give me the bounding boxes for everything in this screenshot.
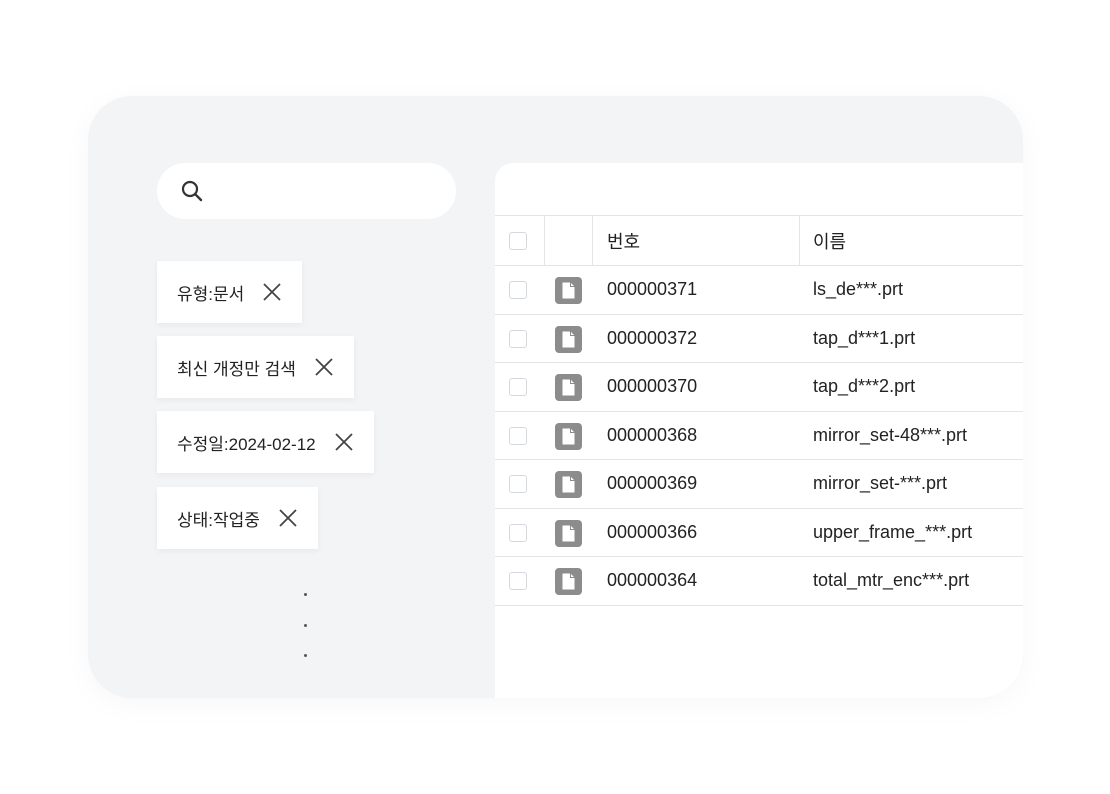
- file-icon: [555, 325, 582, 353]
- filter-chip-label: 유형:문서: [177, 284, 245, 304]
- results-table: 번호 이름 000000371 ls_de***.prt 000000372 tap_…: [495, 163, 1023, 698]
- filter-chip-label: 수정일:2024-02-12: [177, 434, 316, 454]
- row-name[interactable]: tap_d***1.prt: [813, 315, 915, 363]
- row-name[interactable]: mirror_set-48***.prt: [813, 412, 967, 460]
- row-name[interactable]: mirror_set-***.prt: [813, 460, 947, 508]
- close-icon[interactable]: [262, 282, 282, 302]
- row-name[interactable]: tap_d***2.prt: [813, 363, 915, 411]
- filter-chip-label: 최신 개정만 검색: [177, 359, 296, 379]
- row-checkbox[interactable]: [509, 572, 527, 590]
- row-checkbox[interactable]: [509, 426, 527, 445]
- table-row[interactable]: 000000366 upper_frame_***.prt: [495, 509, 1023, 557]
- table-header: 번호 이름: [495, 215, 1023, 266]
- search-input[interactable]: [157, 163, 456, 219]
- row-checkbox[interactable]: [509, 378, 527, 396]
- row-checkbox[interactable]: [509, 475, 527, 493]
- filter-chip-latest-revision: 최신 개정만 검색: [157, 336, 354, 398]
- close-icon[interactable]: [334, 432, 354, 452]
- table-row[interactable]: 000000364 total_mtr_enc***.prt: [495, 557, 1023, 606]
- file-icon: [555, 277, 582, 304]
- search-card: 유형:문서 최신 개정만 검색 수정일:2024-02-12 상태:작업중 번호…: [88, 96, 1023, 698]
- row-name[interactable]: total_mtr_enc***.prt: [813, 557, 969, 605]
- row-number: 000000368: [607, 424, 698, 445]
- row-number: 000000366: [607, 521, 698, 542]
- table-row[interactable]: 000000372 tap_d***1.prt: [495, 315, 1023, 363]
- file-icon: [555, 568, 582, 595]
- row-name[interactable]: ls_de***.prt: [813, 266, 903, 314]
- file-icon: [555, 374, 582, 401]
- close-icon[interactable]: [278, 508, 298, 528]
- table-row[interactable]: 000000369 mirror_set-***.prt: [495, 460, 1023, 509]
- row-number: 000000371: [607, 279, 698, 300]
- row-name[interactable]: upper_frame_***.prt: [813, 509, 972, 557]
- column-header-number[interactable]: 번호: [607, 216, 640, 265]
- column-header-name[interactable]: 이름: [813, 216, 846, 265]
- filter-chip-type: 유형:문서: [157, 261, 303, 323]
- search-icon: [181, 180, 203, 202]
- file-icon: [555, 471, 582, 498]
- row-checkbox[interactable]: [509, 281, 527, 299]
- row-number: 000000370: [607, 376, 698, 397]
- row-checkbox[interactable]: [509, 523, 527, 542]
- row-number: 000000369: [607, 473, 698, 494]
- table-row[interactable]: 000000370 tap_d***2.prt: [495, 363, 1023, 412]
- filter-chip-modified-date: 수정일:2024-02-12: [157, 411, 374, 473]
- close-icon[interactable]: [314, 357, 334, 377]
- filter-chip-label: 상태:작업중: [177, 510, 260, 530]
- row-number: 000000372: [607, 327, 698, 348]
- table-row[interactable]: 000000368 mirror_set-48***.prt: [495, 412, 1023, 460]
- filter-chip-status: 상태:작업중: [157, 487, 318, 549]
- table-row[interactable]: 000000371 ls_de***.prt: [495, 266, 1023, 315]
- select-all-checkbox[interactable]: [509, 232, 527, 250]
- file-icon: [555, 422, 582, 450]
- file-icon: [555, 519, 582, 547]
- row-checkbox[interactable]: [509, 329, 527, 348]
- row-number: 000000364: [607, 570, 698, 591]
